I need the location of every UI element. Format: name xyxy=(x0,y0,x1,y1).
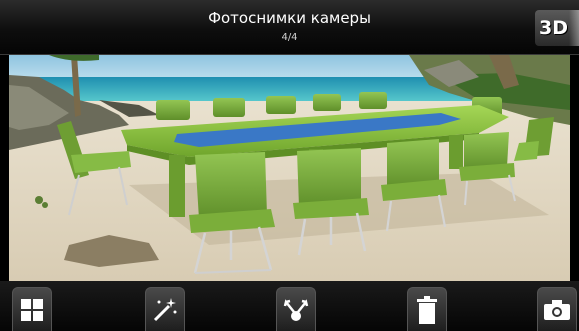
share-icon xyxy=(283,298,309,321)
button-glint xyxy=(569,10,579,46)
magic-wand-icon xyxy=(153,297,177,321)
page-title: Фотоснимки камеры xyxy=(208,9,371,27)
delete-button[interactable] xyxy=(407,287,447,331)
photo-viewer-app: Фотоснимки камеры 4/4 3D xyxy=(0,0,579,331)
trash-icon xyxy=(417,295,437,324)
effects-button[interactable] xyxy=(145,287,185,331)
photo-image[interactable] xyxy=(9,55,570,281)
bottom-toolbar xyxy=(0,281,579,331)
grid-view-button[interactable] xyxy=(12,287,52,331)
camera-button[interactable] xyxy=(537,287,577,331)
3d-mode-label: 3D xyxy=(539,17,568,39)
camera-icon xyxy=(544,299,570,320)
title-bar: Фотоснимки камеры 4/4 3D xyxy=(0,0,579,55)
share-button[interactable] xyxy=(276,287,316,331)
grid-icon xyxy=(21,298,43,321)
photo-counter: 4/4 xyxy=(281,32,298,43)
3d-mode-button[interactable]: 3D xyxy=(535,10,579,46)
